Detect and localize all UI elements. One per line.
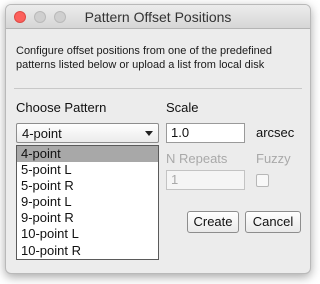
- window-title: Pattern Offset Positions: [84, 9, 232, 25]
- scale-unit: arcsec: [256, 125, 295, 140]
- pattern-option[interactable]: 4-point: [17, 146, 158, 163]
- pattern-option[interactable]: 9-point R: [17, 210, 158, 226]
- pattern-option[interactable]: 5-point L: [17, 162, 158, 178]
- pattern-option[interactable]: 10-point L: [17, 226, 158, 242]
- pattern-select-value: 4-point: [22, 126, 62, 141]
- fuzzy-label: Fuzzy: [256, 151, 291, 166]
- repeats-label: N Repeats: [166, 151, 228, 166]
- repeats-input[interactable]: 1: [166, 170, 245, 190]
- create-button[interactable]: Create: [187, 211, 239, 233]
- title-bar[interactable]: Pattern Offset Positions: [6, 5, 310, 29]
- intro-text: Configure offset positions from one of t…: [16, 45, 273, 71]
- pattern-dropdown-list: 4-point 5-point L 5-point R 9-point L 9-…: [16, 145, 159, 260]
- chevron-down-icon: [145, 131, 153, 136]
- pattern-select[interactable]: 4-point: [16, 123, 159, 143]
- pattern-option[interactable]: 5-point R: [17, 178, 158, 194]
- scale-label: Scale: [166, 100, 199, 115]
- cancel-button[interactable]: Cancel: [245, 211, 301, 233]
- pattern-option[interactable]: 9-point L: [17, 194, 158, 210]
- pattern-offset-dialog: Pattern Offset Positions Configure offse…: [5, 4, 311, 274]
- scale-input[interactable]: 1.0: [166, 123, 245, 143]
- divider: [14, 88, 302, 89]
- pattern-option[interactable]: 10-point R: [17, 243, 158, 259]
- fuzzy-checkbox[interactable]: [256, 174, 269, 187]
- choose-pattern-label: Choose Pattern: [16, 100, 107, 115]
